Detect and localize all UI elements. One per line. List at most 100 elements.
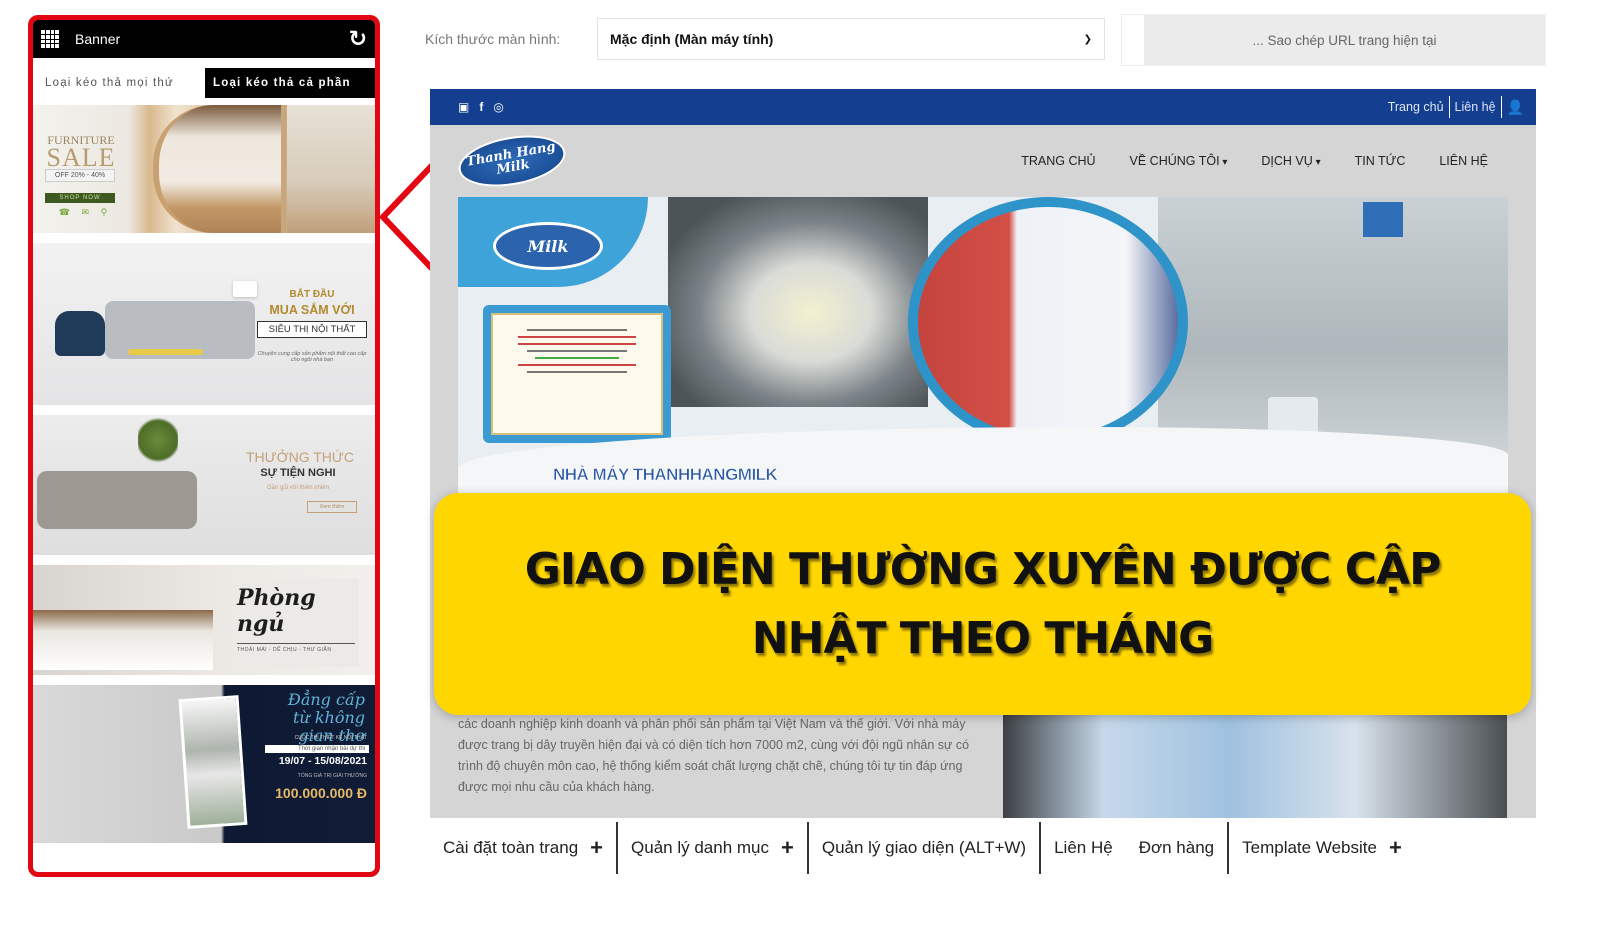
reload-icon[interactable]: ↻ bbox=[349, 28, 367, 50]
banner-text: Xem thêm bbox=[307, 501, 357, 513]
panel-tabs: Loại kéo thả mọi thứ Loại kéo thả cả phầ… bbox=[33, 64, 375, 102]
banner-text: Đẳng cấp bbox=[287, 690, 365, 709]
plus-icon: + bbox=[780, 835, 794, 860]
plus-icon: + bbox=[590, 835, 604, 860]
divider bbox=[237, 643, 355, 644]
toolbar-label: Quản lý giao diện (ALT+W) bbox=[821, 838, 1027, 857]
banner-panel: Banner ↻ Loại kéo thả mọi thứ Loại kéo t… bbox=[28, 15, 380, 877]
banner-photo bbox=[33, 610, 213, 670]
tab-drag-sections[interactable]: Loại kéo thả cả phần bbox=[205, 68, 375, 98]
banner-text: OFF 20% - 40% bbox=[45, 169, 115, 182]
banner-phong-ngu[interactable]: Phòng ngủ THOẢI MÁI - DỄ CHỊU - THƯ GIÃN bbox=[33, 565, 375, 675]
panel-title: Banner bbox=[75, 31, 121, 47]
copy-url-label: ... Sao chép URL trang hiện tại bbox=[1144, 15, 1545, 65]
user-icon[interactable]: 👤 bbox=[1507, 99, 1524, 116]
chevron-down-icon: ❯ bbox=[1083, 33, 1092, 45]
screen-size-label: Kích thước màn hình: bbox=[425, 31, 561, 47]
banner-text: THƯỞNG THỨC bbox=[246, 449, 354, 465]
toolbar-theme-manager[interactable]: Quản lý giao diện (ALT+W) bbox=[809, 822, 1039, 874]
nav-item-news[interactable]: TIN TỨC bbox=[1355, 154, 1406, 168]
hero-photo-workers bbox=[908, 197, 1188, 447]
toolbar-label: Template Website bbox=[1242, 838, 1377, 857]
banner-text: Phòng bbox=[237, 585, 316, 611]
banner-text: Thời gian nhận bài dự thi bbox=[265, 745, 369, 753]
promo-overlay: GIAO DIỆN THƯỜNG XUYÊN ĐƯỢC CẬP NHẬT THE… bbox=[434, 493, 1531, 715]
hero-photo-lab bbox=[668, 197, 928, 407]
banner-text: BẮT ĐẦU bbox=[289, 289, 335, 300]
instagram-icon[interactable]: ◎ bbox=[493, 100, 503, 114]
hero-title: NHÀ MÁY THANHHANGMILK bbox=[553, 465, 778, 485]
banner-text: SHOP NOW bbox=[45, 193, 115, 203]
banner-text: SIÊU THỊ NỘI THẤT bbox=[257, 321, 367, 338]
promo-line-1: GIAO DIỆN THƯỜNG XUYÊN ĐƯỢC CẬP bbox=[524, 544, 1442, 595]
hero-banner: Milk NHÀ MÁY THANHHANGMILK bbox=[458, 197, 1508, 497]
site-logo[interactable]: Thanh Hang Milk bbox=[454, 127, 570, 195]
certificate-paper bbox=[491, 313, 663, 435]
site-nav: Thanh Hang Milk TRANG CHỦ VỀ CHÚNG TÔI D… bbox=[430, 125, 1536, 197]
banner-photo bbox=[128, 349, 203, 355]
facebook-icon[interactable]: f bbox=[479, 100, 483, 114]
nav-item-services[interactable]: DỊCH VỤ bbox=[1261, 154, 1320, 168]
contact-icons: ☎ ✉ ⚲ bbox=[53, 207, 113, 218]
toolbar-contact[interactable]: Liên Hệ bbox=[1041, 822, 1126, 874]
toolbar-page-settings[interactable]: Cài đặt toàn trang + bbox=[430, 822, 616, 874]
banner-text: TỔNG GIÁ TRỊ GIẢI THƯỞNG bbox=[297, 773, 367, 779]
nav-item-about[interactable]: VỀ CHÚNG TÔI bbox=[1130, 154, 1228, 168]
banner-text: SỰ TIỆN NGHI bbox=[260, 467, 336, 479]
top-link-contact[interactable]: Liên hệ bbox=[1455, 100, 1496, 114]
banner-text: Phòng ngủ bbox=[237, 585, 316, 637]
about-text: các doanh nghiệp kinh doanh và phân phối… bbox=[458, 717, 970, 794]
toolbar-label: Liên Hệ bbox=[1054, 838, 1113, 857]
banner-photo bbox=[55, 311, 105, 356]
toolbar-label: Quản lý danh mục bbox=[631, 838, 769, 857]
banner-text: ngủ bbox=[237, 611, 285, 637]
screen-size-value: Mặc định (Màn máy tính) bbox=[610, 31, 774, 47]
youtube-icon[interactable]: ▣ bbox=[458, 100, 469, 114]
promo-line-2: NHẬT THEO THÁNG bbox=[751, 613, 1214, 664]
main-nav: TRANG CHỦ VỀ CHÚNG TÔI DỊCH VỤ TIN TỨC L… bbox=[1021, 154, 1488, 168]
nav-item-home[interactable]: TRANG CHỦ bbox=[1021, 154, 1095, 168]
toolbar-category-manager[interactable]: Quản lý danh mục + bbox=[618, 822, 807, 874]
banner-photo bbox=[153, 105, 281, 233]
divider bbox=[1500, 96, 1502, 118]
panel-header: Banner ↻ bbox=[33, 20, 375, 58]
divider bbox=[1448, 96, 1450, 118]
banner-thuong-thuc[interactable]: THƯỞNG THỨC SỰ TIỆN NGHI Gần gũi với thi… bbox=[33, 415, 375, 555]
banner-text: Chuyên cung cấp sản phẩm nội thất cao cấ… bbox=[257, 351, 367, 363]
mail-icon: ✉ bbox=[81, 207, 90, 217]
logo-text: Milk bbox=[495, 157, 531, 178]
banner-dang-cap[interactable]: Đẳng cấp từ không gian thơ CUỘC THI THIẾ… bbox=[33, 685, 375, 843]
nav-item-contact[interactable]: LIÊN HỆ bbox=[1439, 154, 1488, 168]
site-topbar: ▣ f ◎ Trang chủ Liên hệ 👤 bbox=[430, 89, 1536, 125]
location-icon: ⚲ bbox=[100, 207, 108, 217]
phone-icon: ☎ bbox=[58, 207, 70, 217]
hero-certificate bbox=[483, 305, 671, 443]
banner-text: CUỘC THI THIẾT KẾ NỘI THẤT bbox=[294, 735, 367, 741]
top-link-home[interactable]: Trang chủ bbox=[1388, 100, 1444, 114]
banner-photo bbox=[233, 281, 257, 297]
hero-logo: Milk bbox=[493, 222, 603, 270]
banner-furniture-sale[interactable]: FURNITURE SALE OFF 20% - 40% SHOP NOW ☎ … bbox=[33, 105, 375, 233]
toolbar-orders[interactable]: Đơn hàng bbox=[1126, 822, 1227, 874]
top-links: Trang chủ Liên hệ 👤 bbox=[1388, 96, 1524, 118]
factory-detail bbox=[1363, 202, 1403, 237]
banner-photo bbox=[178, 695, 248, 829]
admin-toolbar: Cài đặt toàn trang + Quản lý danh mục + … bbox=[430, 822, 1415, 874]
banner-text: MUA SẮM VỚI bbox=[269, 303, 355, 317]
banner-text: 100.000.000 Đ bbox=[275, 785, 367, 801]
toolbar-template-website[interactable]: Template Website + bbox=[1229, 822, 1415, 874]
toolbar-label: Cài đặt toàn trang bbox=[443, 838, 579, 857]
banner-text: Gần gũi với thiên nhiên bbox=[267, 485, 329, 491]
banner-photo bbox=[138, 415, 178, 465]
social-links: ▣ f ◎ bbox=[458, 100, 1388, 114]
copy-url-button[interactable]: ... Sao chép URL trang hiện tại bbox=[1121, 14, 1546, 66]
banner-text: 19/07 - 15/08/2021 bbox=[278, 755, 367, 767]
screen-size-select[interactable]: Mặc định (Màn máy tính) ❯ bbox=[597, 18, 1105, 60]
banner-sieu-thi-noi-that[interactable]: BẮT ĐẦU MUA SẮM VỚI SIÊU THỊ NỘI THẤT Ch… bbox=[33, 243, 375, 405]
banner-photo bbox=[287, 105, 375, 233]
banner-text: THOẢI MÁI - DỄ CHỊU - THƯ GIÃN bbox=[237, 647, 332, 653]
tab-drag-everything[interactable]: Loại kéo thả mọi thứ bbox=[33, 68, 205, 98]
toolbar-label: Đơn hàng bbox=[1138, 838, 1215, 857]
grid-icon[interactable] bbox=[41, 30, 59, 48]
cans-photo bbox=[1003, 701, 1507, 818]
